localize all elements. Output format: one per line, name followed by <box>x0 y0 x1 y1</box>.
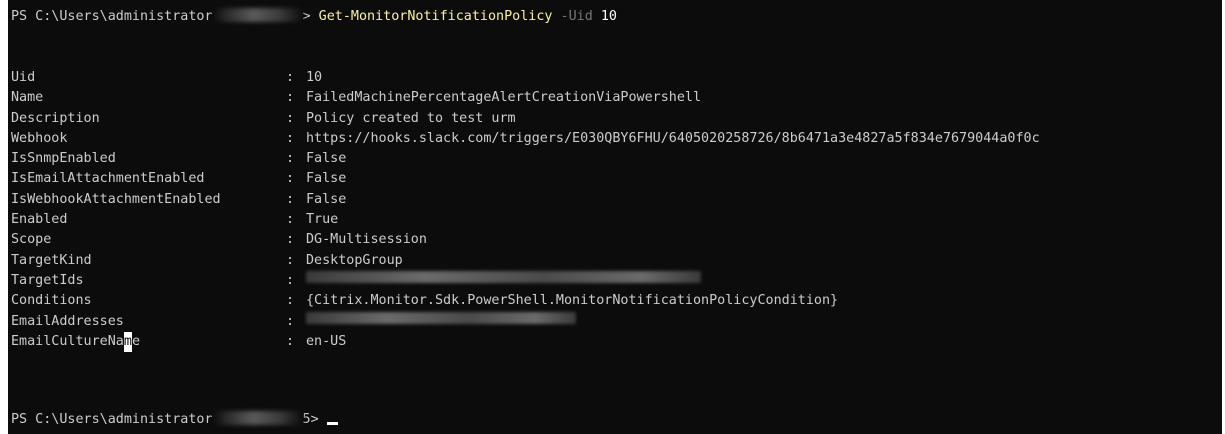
property-key: Webhook <box>11 130 68 146</box>
parameter-value: 10 <box>600 9 617 24</box>
property-separator: : <box>286 272 303 288</box>
property-value: DG-Multisession <box>306 232 427 248</box>
redacted-prompt-segment <box>212 411 303 425</box>
property-list: Uid: 10 Name: FailedMachinePercentageAle… <box>11 68 1040 353</box>
property-row-email-culture-name: EmailCultureName: en-US <box>11 331 1040 353</box>
property-separator: : <box>286 232 303 248</box>
prompt-symbol: > <box>302 9 319 24</box>
property-row-target-kind: TargetKind: DesktopGroup <box>11 251 1040 271</box>
property-key-text: EmailCultureNa <box>11 333 124 349</box>
property-value: FailedMachinePercentageAlertCreationViaP… <box>306 90 702 106</box>
property-row-email-addresses: EmailAddresses: <box>11 311 1040 332</box>
property-separator: : <box>286 70 303 85</box>
property-key: Enabled <box>11 212 68 228</box>
property-value: en-US <box>306 333 347 349</box>
property-key: EmailAddresses <box>11 313 124 329</box>
property-key: EmailCultureName <box>11 331 286 353</box>
property-value: False <box>306 151 347 167</box>
property-row-target-ids: TargetIds: <box>11 270 1040 291</box>
property-separator: : <box>286 191 303 207</box>
powershell-console[interactable]: PS C:\Users\administrator > Get-MonitorNo… <box>8 0 1222 434</box>
property-key: Conditions <box>11 293 92 309</box>
property-key-text-end: e <box>131 333 140 349</box>
property-row-is-webhook-attachment-enabled: IsWebhookAttachmentEnabled: False <box>11 190 1040 210</box>
property-value: {Citrix.Monitor.Sdk.PowerShell.MonitorNo… <box>306 293 839 309</box>
property-value: 10 <box>306 70 323 85</box>
property-key: Uid <box>11 70 36 85</box>
redacted-email-addresses <box>306 311 576 324</box>
redacted-prompt-segment <box>212 8 303 22</box>
property-separator: : <box>286 212 303 228</box>
property-value: DesktopGroup <box>306 252 403 268</box>
property-key: TargetIds <box>11 272 84 288</box>
property-row-uid: Uid: 10 <box>11 68 1040 88</box>
property-row-is-email-attachment-enabled: IsEmailAttachmentEnabled: False <box>11 169 1040 189</box>
property-key: TargetKind <box>11 252 92 268</box>
property-row-conditions: Conditions: {Citrix.Monitor.Sdk.PowerShe… <box>11 291 1040 311</box>
command-name: Get-MonitorNotificationPolicy <box>318 9 553 24</box>
property-key: IsEmailAttachmentEnabled <box>11 171 205 187</box>
property-row-scope: Scope: DG-Multisession <box>11 230 1040 250</box>
input-cursor[interactable] <box>326 422 338 425</box>
property-value: https://hooks.slack.com/triggers/E030QBY… <box>306 130 1040 146</box>
property-key: IsWebhookAttachmentEnabled <box>11 191 221 207</box>
property-separator: : <box>286 333 303 349</box>
property-row-webhook: Webhook: https://hooks.slack.com/trigger… <box>11 129 1040 149</box>
property-row-name: Name: FailedMachinePercentageAlertCreati… <box>11 88 1040 108</box>
property-key: Scope <box>11 232 52 248</box>
property-value: False <box>306 191 347 207</box>
property-value: False <box>306 171 347 187</box>
command-parameter: -Uid <box>560 9 593 24</box>
prompt-path: PS C:\Users\administrator <box>11 412 213 427</box>
property-row-is-snmp-enabled: IsSnmpEnabled: False <box>11 149 1040 169</box>
property-row-description: Description: Policy created to test urm <box>11 109 1040 129</box>
property-value: Policy created to test urm <box>306 110 516 126</box>
property-key: Description <box>11 110 100 126</box>
property-separator: : <box>286 171 303 187</box>
prompt-line-command: PS C:\Users\administrator > Get-MonitorNo… <box>11 7 617 27</box>
prompt-path: PS C:\Users\administrator <box>11 9 213 24</box>
property-separator: : <box>286 252 303 268</box>
prompt-symbol: 5> <box>302 412 327 427</box>
property-separator: : <box>286 313 303 329</box>
property-key: IsSnmpEnabled <box>11 151 116 167</box>
property-separator: : <box>286 151 303 167</box>
property-separator: : <box>286 293 303 309</box>
property-separator: : <box>286 90 303 106</box>
prompt-line-current[interactable]: PS C:\Users\administrator 5> <box>11 410 338 430</box>
property-row-enabled: Enabled: True <box>11 210 1040 230</box>
text-cursor: m <box>123 331 132 353</box>
redacted-target-ids <box>306 270 701 283</box>
property-separator: : <box>286 130 303 146</box>
property-key: Name <box>11 90 44 106</box>
property-separator: : <box>286 110 303 126</box>
property-value: True <box>306 212 339 228</box>
